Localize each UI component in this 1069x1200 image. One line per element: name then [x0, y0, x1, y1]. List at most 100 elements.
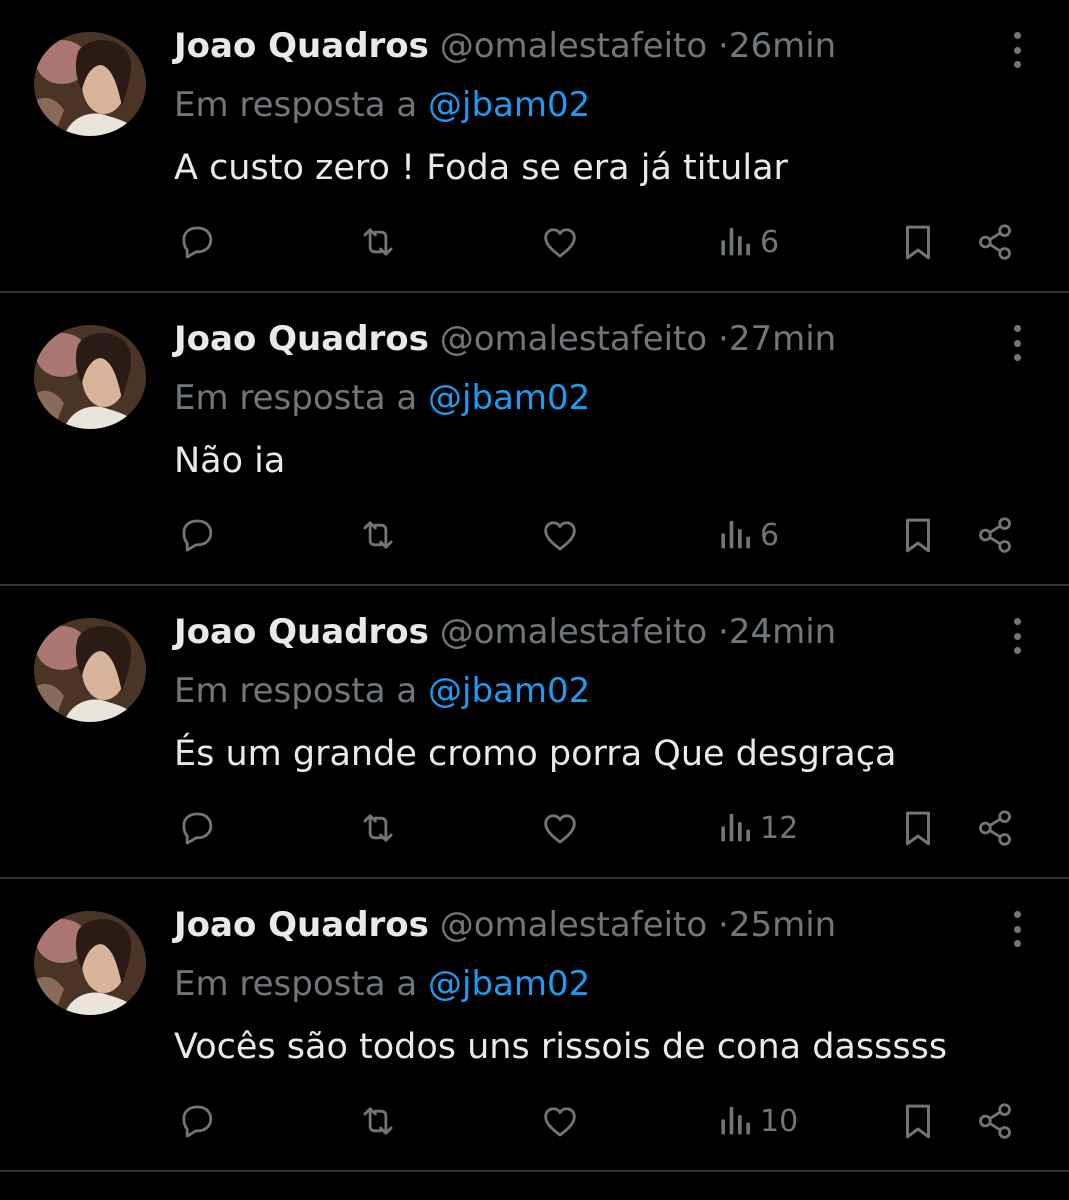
- bookmark-button[interactable]: [897, 1098, 939, 1144]
- like-button[interactable]: [539, 1098, 581, 1144]
- like-button[interactable]: [539, 219, 581, 265]
- more-vertical-icon: [1013, 46, 1021, 54]
- reply-icon: [182, 226, 213, 259]
- share-icon: [979, 1103, 1011, 1139]
- heart-icon: [544, 228, 576, 258]
- user-handle[interactable]: @omalestafeito: [440, 905, 707, 945]
- reply-icon: [182, 1105, 213, 1138]
- reply-to-link[interactable]: @jbam02: [428, 671, 590, 711]
- bookmark-button[interactable]: [897, 512, 939, 558]
- like-button[interactable]: [539, 805, 581, 851]
- tweet-actions: 6: [0, 215, 1069, 271]
- more-vertical-icon: [1013, 618, 1021, 625]
- retweet-button[interactable]: [356, 219, 400, 265]
- tweet-text: Não ia: [174, 441, 286, 481]
- retweet-icon: [363, 1107, 393, 1135]
- more-options-button[interactable]: [1003, 909, 1031, 949]
- more-vertical-icon: [1013, 632, 1021, 640]
- display-name[interactable]: Joao Quadros: [174, 319, 429, 359]
- heart-icon: [544, 814, 576, 844]
- reply-button[interactable]: [176, 219, 218, 265]
- share-button[interactable]: [974, 805, 1016, 851]
- views-icon: [721, 1106, 750, 1135]
- views-icon: [721, 813, 750, 842]
- display-name[interactable]: Joao Quadros: [174, 612, 429, 652]
- avatar[interactable]: [34, 32, 146, 136]
- avatar-photo-icon: [34, 618, 146, 722]
- reply-feed: Joao Quadros @omalestafeito ·26min Em re…: [0, 0, 1069, 1200]
- reply-context: Em resposta a @jbam02: [174, 375, 590, 421]
- views-count: 6: [760, 517, 780, 553]
- views-button[interactable]: 6: [716, 219, 779, 265]
- reply-button[interactable]: [176, 1098, 218, 1144]
- retweet-button[interactable]: [356, 512, 400, 558]
- retweet-button[interactable]: [356, 1098, 400, 1144]
- bookmark-icon: [906, 225, 930, 260]
- avatar[interactable]: [34, 911, 146, 1015]
- avatar[interactable]: [34, 325, 146, 429]
- reply-context: Em resposta a @jbam02: [174, 961, 590, 1007]
- reply-icon: [182, 519, 213, 552]
- reply-context: Em resposta a @jbam02: [174, 82, 590, 128]
- reply-prefix-label: Em resposta a: [174, 671, 418, 711]
- more-vertical-icon: [1013, 61, 1021, 68]
- retweet-icon: [363, 521, 393, 549]
- more-vertical-icon: [1013, 925, 1021, 933]
- share-button[interactable]: [974, 1098, 1016, 1144]
- tweet-text: A custo zero ! Foda se era já titular: [174, 148, 788, 188]
- avatar[interactable]: [34, 618, 146, 722]
- more-vertical-icon: [1013, 911, 1021, 918]
- more-vertical-icon: [1013, 325, 1021, 332]
- more-options-button[interactable]: [1003, 30, 1031, 70]
- views-button[interactable]: 10: [716, 1098, 798, 1144]
- user-handle[interactable]: @omalestafeito: [440, 612, 707, 652]
- heart-icon: [544, 1107, 576, 1137]
- like-button[interactable]: [539, 512, 581, 558]
- tweet[interactable]: Joao Quadros @omalestafeito ·25min Em re…: [0, 879, 1069, 1172]
- more-options-button[interactable]: [1003, 616, 1031, 656]
- views-icon: [721, 520, 750, 549]
- more-vertical-icon: [1013, 339, 1021, 347]
- retweet-button[interactable]: [356, 805, 400, 851]
- separator-dot: ·: [718, 612, 729, 652]
- bookmark-button[interactable]: [897, 219, 939, 265]
- timestamp[interactable]: 24min: [729, 612, 836, 652]
- tweet[interactable]: Joao Quadros @omalestafeito ·26min Em re…: [0, 0, 1069, 293]
- reply-to-link[interactable]: @jbam02: [428, 964, 590, 1004]
- more-vertical-icon: [1013, 354, 1021, 361]
- tweet[interactable]: Joao Quadros @omalestafeito ·24min Em re…: [0, 586, 1069, 879]
- timestamp[interactable]: 26min: [729, 26, 836, 66]
- views-button[interactable]: 12: [716, 805, 798, 851]
- reply-to-link[interactable]: @jbam02: [428, 378, 590, 418]
- timestamp[interactable]: 27min: [729, 319, 836, 359]
- reply-prefix-label: Em resposta a: [174, 378, 418, 418]
- tweet-list: Joao Quadros @omalestafeito ·26min Em re…: [0, 0, 1069, 1172]
- reply-button[interactable]: [176, 512, 218, 558]
- tweet[interactable]: Joao Quadros @omalestafeito ·27min Em re…: [0, 293, 1069, 586]
- share-icon: [979, 224, 1011, 260]
- views-icon: [721, 227, 750, 256]
- more-options-button[interactable]: [1003, 323, 1031, 363]
- separator-dot: ·: [718, 26, 729, 66]
- bookmark-button[interactable]: [897, 805, 939, 851]
- display-name[interactable]: Joao Quadros: [174, 905, 429, 945]
- display-name[interactable]: Joao Quadros: [174, 26, 429, 66]
- more-vertical-icon: [1013, 647, 1021, 654]
- views-button[interactable]: 6: [716, 512, 779, 558]
- tweet-text: Vocês são todos uns rissois de cona dass…: [174, 1027, 948, 1067]
- reply-button[interactable]: [176, 805, 218, 851]
- reply-icon: [182, 812, 213, 845]
- tweet-header: Joao Quadros @omalestafeito ·24min: [174, 610, 836, 654]
- more-vertical-icon: [1013, 32, 1021, 39]
- timestamp[interactable]: 25min: [729, 905, 836, 945]
- share-button[interactable]: [974, 512, 1016, 558]
- share-button[interactable]: [974, 219, 1016, 265]
- avatar-photo-icon: [34, 32, 146, 136]
- user-handle[interactable]: @omalestafeito: [440, 26, 707, 66]
- share-icon: [979, 517, 1011, 553]
- views-count: 6: [760, 224, 780, 260]
- reply-to-link[interactable]: @jbam02: [428, 85, 590, 125]
- retweet-icon: [363, 814, 393, 842]
- avatar-photo-icon: [34, 911, 146, 1015]
- user-handle[interactable]: @omalestafeito: [440, 319, 707, 359]
